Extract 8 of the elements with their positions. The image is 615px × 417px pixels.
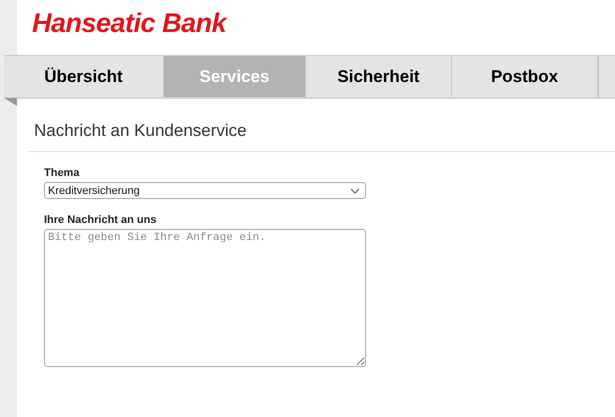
message-field[interactable]: Bitte geben Sie Ihre Anfrage ein. bbox=[44, 229, 366, 367]
fold-corner-icon bbox=[4, 98, 17, 106]
field-label: Thema bbox=[44, 167, 80, 179]
chevron-down-icon bbox=[350, 188, 360, 194]
page-heading: Nachricht an Kundenservice bbox=[27, 121, 615, 152]
field-label: Ihre Nachricht an uns bbox=[44, 214, 156, 226]
bank-logo[interactable]: Hanseatic Bank bbox=[32, 8, 226, 39]
topic-select[interactable]: Kreditversicherung bbox=[44, 182, 366, 199]
